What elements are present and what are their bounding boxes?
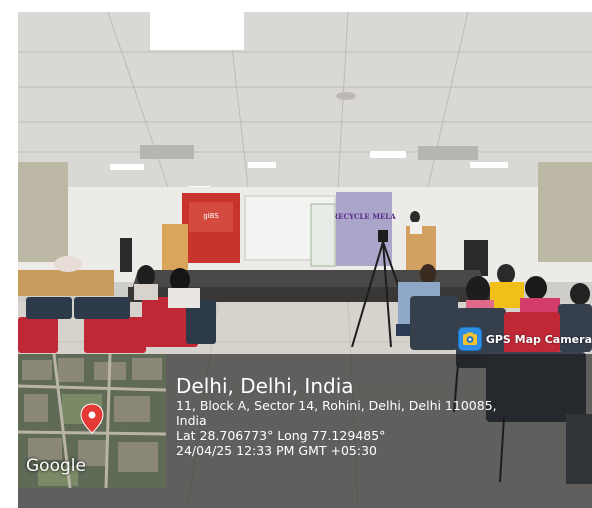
map-provider-label: Google	[26, 456, 86, 476]
app-name-label: GPS Map Camera	[485, 332, 592, 346]
location-info: Delhi, Delhi, India 11, Block A, Sector …	[176, 374, 586, 458]
gps-app-badge: GPS Map Camera	[458, 326, 592, 352]
timestamp: 24/04/25 12:33 PM GMT +05:30	[176, 443, 377, 458]
event-photo: giBS RECYCLE MELA GPS Map Camera Google …	[18, 12, 592, 508]
coordinates: Lat 28.706773° Long 77.129485°	[176, 428, 386, 443]
map-thumbnail: Google	[18, 354, 166, 488]
place-name: Delhi, Delhi, India	[176, 374, 354, 398]
backdrop-banner-text: RECYCLE MELA	[332, 212, 396, 221]
banner-logo-text: giBS	[203, 212, 219, 220]
gps-map-camera-icon	[458, 327, 482, 351]
address-line-1: 11, Block A, Sector 14, Rohini, Delhi, D…	[176, 398, 497, 413]
address-line-2: India	[176, 413, 207, 428]
